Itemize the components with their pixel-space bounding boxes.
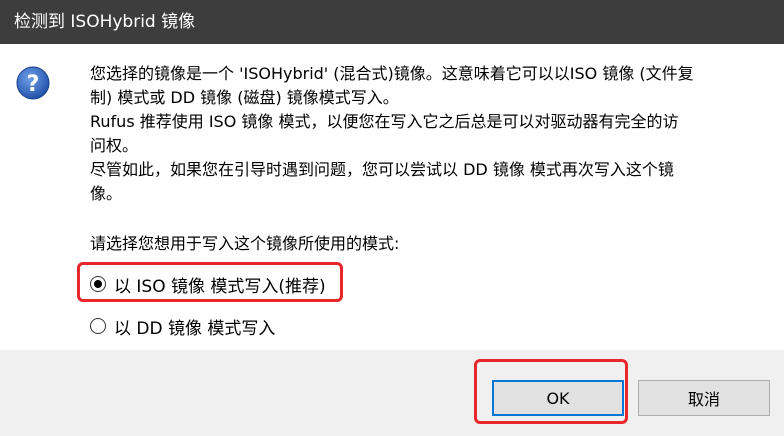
dialog-content: ? 您选择的镜像是一个 'ISOHybrid' (混合式)镜像。这意味着它可以以… xyxy=(0,44,784,350)
highlight-box-iso xyxy=(77,262,343,302)
message-line: 制) 模式或 DD 镜像 (磁盘) 镜像模式写入。 xyxy=(90,88,399,107)
svg-text:?: ? xyxy=(27,72,40,97)
message-line: 问权。 xyxy=(90,136,139,155)
message-line: Rufus 推荐使用 ISO 镜像 模式，以便您在写入它之后总是可以对驱动器有完… xyxy=(90,112,679,131)
radio-dd-mode[interactable]: 以 DD 镜像 模式写入 xyxy=(90,314,276,339)
message-line: 像。 xyxy=(90,184,123,203)
highlight-box-ok xyxy=(474,359,628,424)
radio-dd-label: 以 DD 镜像 模式写入 xyxy=(114,318,276,339)
message-line: 您选择的镜像是一个 'ISOHybrid' (混合式)镜像。这意味着它可以以IS… xyxy=(90,64,694,83)
question-icon: ? xyxy=(16,66,50,100)
window-title: 检测到 ISOHybrid 镜像 xyxy=(0,0,784,44)
mode-prompt: 请选择您想用于写入这个镜像所使用的模式: xyxy=(90,234,400,253)
cancel-button[interactable]: 取消 xyxy=(638,380,770,416)
radio-button[interactable] xyxy=(90,318,106,334)
message-text: 您选择的镜像是一个 'ISOHybrid' (混合式)镜像。这意味着它可以以IS… xyxy=(90,62,760,206)
dialog-footer: OK 取消 xyxy=(0,350,784,436)
message-line: 尽管如此，如果您在引导时遇到问题，您可以尝试以 DD 镜像 模式再次写入这个镜 xyxy=(90,160,674,179)
